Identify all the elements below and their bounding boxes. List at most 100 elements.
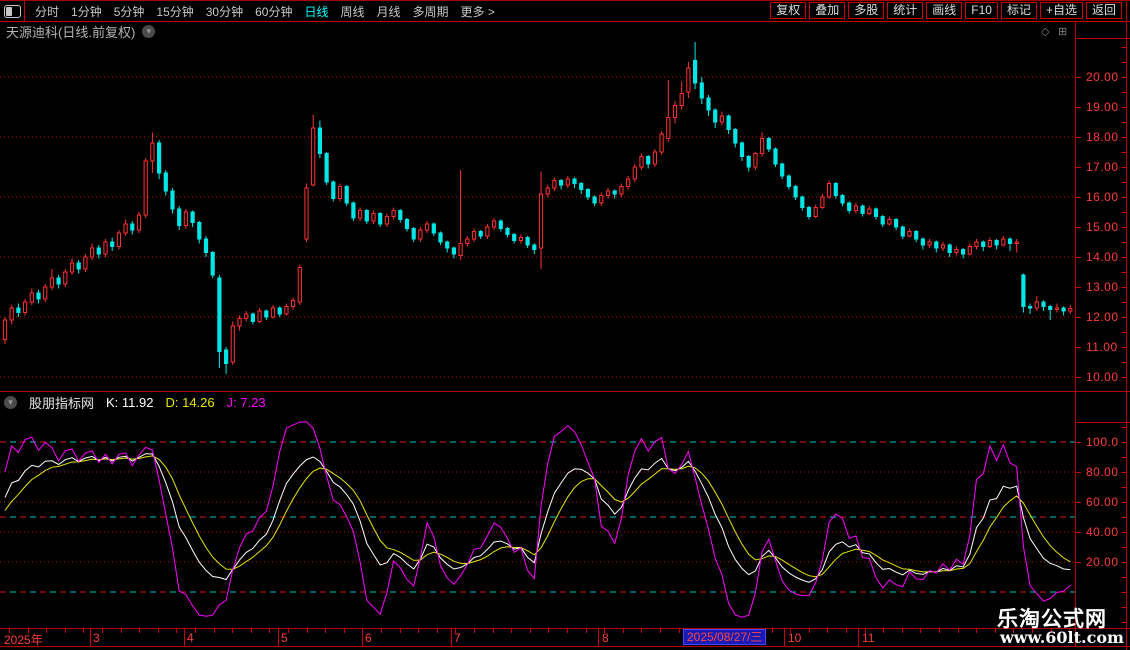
- time-tick: [251, 629, 252, 633]
- time-tick: [418, 629, 419, 633]
- indicator-header[interactable]: ▾ 股朋指标网 K: 11.92 D: 14.26 J: 7.23: [0, 393, 1075, 411]
- axis-tick: [1121, 122, 1126, 123]
- month-separator: [90, 629, 91, 646]
- chevron-down-icon[interactable]: ▾: [4, 396, 17, 409]
- axis-tick: [1121, 302, 1126, 303]
- time-tick: [83, 629, 84, 633]
- time-tick: [772, 629, 773, 633]
- axis-corner-line: [1075, 38, 1130, 39]
- axis-tick: [1121, 577, 1126, 578]
- time-axis[interactable]: [0, 629, 1075, 646]
- axis-tick: [1076, 227, 1081, 228]
- kdj-indicator-chart[interactable]: [0, 412, 1075, 628]
- axis-tick: [1121, 197, 1126, 198]
- toolbar-period-9[interactable]: 多周期: [407, 3, 455, 20]
- time-tick: [883, 629, 884, 633]
- time-axis-bottom-border: [0, 646, 1130, 647]
- diamond-marker-icon[interactable]: ◇: [1041, 25, 1049, 38]
- axis-tick: [1121, 77, 1126, 78]
- toolbar-period-5[interactable]: 60分钟: [249, 3, 298, 20]
- axis-tick: [1121, 242, 1126, 243]
- price-axis-label: 14.00: [1086, 250, 1119, 264]
- axis-tick: [1121, 502, 1126, 503]
- axis-tick: [1076, 257, 1081, 258]
- time-tick: [65, 629, 66, 633]
- indicator-axis-label: 80.00: [1086, 465, 1119, 479]
- axis-tick: [1076, 502, 1081, 503]
- toolbar-period-7[interactable]: 周线: [334, 3, 370, 20]
- time-axis-label: 11: [862, 631, 874, 645]
- toolbar-button-0[interactable]: 复权: [770, 2, 806, 19]
- time-tick: [567, 629, 568, 633]
- toolbar-period-4[interactable]: 30分钟: [200, 3, 249, 20]
- time-tick: [623, 629, 624, 633]
- time-tick: [939, 629, 940, 633]
- axis-tick: [1121, 517, 1126, 518]
- stock-title: 天源迪科(日线.前复权): [6, 22, 135, 41]
- toolbar-button-5[interactable]: F10: [965, 2, 998, 19]
- time-tick: [195, 629, 196, 633]
- time-tick: [920, 629, 921, 633]
- watermark-url: www.60lt.com: [1000, 628, 1124, 647]
- time-tick: [995, 629, 996, 633]
- app-window: 分时1分钟5分钟15分钟30分钟60分钟日线周线月线多周期更多 > 复权叠加多股…: [0, 0, 1130, 650]
- highlighted-date: 2025/08/27/三: [683, 629, 766, 645]
- axis-tick: [1121, 182, 1126, 183]
- toolbar-button-6[interactable]: 标记: [1001, 2, 1037, 19]
- time-tick: [548, 629, 549, 633]
- indicator-axis-label: 40.00: [1086, 525, 1119, 539]
- toolbar-button-8[interactable]: 返回: [1086, 2, 1122, 19]
- toolbar-button-2[interactable]: 多股: [848, 2, 884, 19]
- indicator-axis-label: 20.00: [1086, 555, 1119, 569]
- axis-tick: [1076, 107, 1081, 108]
- axis-tick: [1076, 77, 1081, 78]
- toolbar-period-2[interactable]: 5分钟: [108, 3, 151, 20]
- toolbar-button-7[interactable]: +自选: [1040, 2, 1083, 19]
- pane-split-icon[interactable]: ⊞: [1058, 25, 1067, 38]
- axis-tick: [1076, 562, 1081, 563]
- time-tick: [46, 629, 47, 633]
- plot-right-border: [1075, 22, 1076, 647]
- axis-tick: [1121, 332, 1126, 333]
- price-axis-label: 19.00: [1086, 100, 1119, 114]
- time-tick: [474, 629, 475, 633]
- toolbar-period-3[interactable]: 15分钟: [150, 3, 199, 20]
- axis-tick: [1121, 212, 1126, 213]
- layout-split-icon[interactable]: [4, 5, 21, 18]
- toolbar-period-6[interactable]: 日线: [298, 3, 334, 20]
- toolbar-period-1[interactable]: 1分钟: [65, 3, 108, 20]
- toolbar-button-4[interactable]: 画线: [926, 2, 962, 19]
- axis-tick: [1121, 137, 1126, 138]
- time-tick: [121, 629, 122, 633]
- axis-tick: [1121, 487, 1126, 488]
- axis-tick: [1121, 257, 1126, 258]
- axis-tick: [1076, 347, 1081, 348]
- toolbar-button-3[interactable]: 统计: [887, 2, 923, 19]
- toolbar-period-10[interactable]: 更多 >: [455, 3, 501, 20]
- price-axis-label: 11.00: [1086, 340, 1118, 354]
- time-tick: [139, 629, 140, 633]
- toolbar-period-8[interactable]: 月线: [371, 3, 407, 20]
- axis-tick: [1121, 62, 1126, 63]
- time-tick: [827, 629, 828, 633]
- candlestick-chart[interactable]: [0, 42, 1075, 391]
- chart-title-row[interactable]: 天源迪科(日线.前复权) ▾: [0, 22, 1075, 41]
- axis-tick: [1076, 442, 1081, 443]
- price-axis-label: 10.00: [1086, 370, 1119, 384]
- axis-tick: [1121, 532, 1126, 533]
- axis-tick: [1121, 287, 1126, 288]
- time-axis-label: 5: [281, 631, 288, 645]
- price-axis-label: 15.00: [1086, 220, 1119, 234]
- time-tick: [269, 629, 270, 633]
- time-axis-label: 10: [788, 631, 801, 645]
- time-tick: [325, 629, 326, 633]
- time-axis-label: 3: [93, 631, 100, 645]
- price-gridlines: [0, 77, 1075, 377]
- time-tick: [586, 629, 587, 633]
- indicator-axis-label: 60.00: [1086, 495, 1119, 509]
- time-tick: [660, 629, 661, 633]
- chevron-down-icon[interactable]: ▾: [142, 25, 155, 38]
- toolbar-period-0[interactable]: 分时: [29, 3, 65, 20]
- axis-tick: [1121, 592, 1126, 593]
- toolbar-button-1[interactable]: 叠加: [809, 2, 845, 19]
